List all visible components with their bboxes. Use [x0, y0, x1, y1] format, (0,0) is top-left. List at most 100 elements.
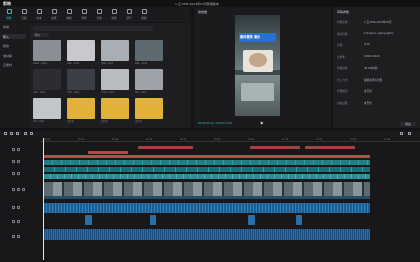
ruler-tick: 01:20: [316, 138, 323, 141]
filter-clip[interactable]: [44, 155, 370, 158]
detail-value: 保留在原有位置: [364, 78, 383, 82]
media-name: c89...mp4: [101, 62, 114, 65]
caption-clips[interactable]: [44, 160, 370, 165]
track-header-music: [2, 233, 40, 241]
sfx-clip[interactable]: [85, 215, 92, 225]
player-timecode: 00:00:05:12 / 00:03:21:10: [198, 122, 233, 125]
toolbar-item-3[interactable]: 贴纸: [47, 9, 61, 20]
detail-label: 保存位置：: [337, 32, 350, 36]
track-header-text: [2, 146, 40, 154]
template-icon: [141, 9, 147, 14]
music-clip[interactable]: [44, 229, 370, 240]
toolbar-label: 调节: [126, 16, 132, 20]
undo-icon[interactable]: [10, 132, 13, 135]
nav-item[interactable]: 本地: [3, 25, 9, 29]
media-icon: [6, 9, 12, 14]
media-search-input[interactable]: [33, 26, 153, 31]
toolbar-item-7[interactable]: 滤镜: [107, 9, 121, 20]
text-icon: [36, 9, 42, 14]
toolbar-item-1[interactable]: 音频: [17, 9, 31, 20]
effect-clip[interactable]: [138, 146, 193, 149]
select-tool-icon[interactable]: [4, 132, 7, 135]
toolbar-label: 模板: [141, 16, 147, 20]
filter-icon: [111, 9, 117, 14]
left-nav: 本地导入我的素材库云素材: [0, 23, 28, 128]
play-icon[interactable]: [260, 121, 264, 125]
toolbar-item-6[interactable]: 字幕: [92, 9, 106, 20]
zoom-in-icon[interactable]: [408, 132, 411, 135]
ruler-tick: 00:00: [44, 138, 51, 141]
media-thumbnail[interactable]: f3c...mp4: [135, 69, 163, 94]
sticker-icon: [51, 9, 57, 14]
media-thumbnail[interactable]: Tm2...mp4: [101, 69, 129, 94]
media-thumbnail[interactable]: bdb1...mp4: [33, 40, 61, 65]
toolbar-item-2[interactable]: 文本: [32, 9, 46, 20]
media-thumbnail[interactable]: c89...mp4: [101, 40, 129, 65]
project-title: 1-云-PHN-2024年03月整理版本: [175, 1, 219, 6]
nav-item[interactable]: 云素材: [3, 63, 12, 67]
media-thumbnail[interactable]: b32...mp4: [33, 69, 61, 94]
split-icon[interactable]: [24, 132, 27, 135]
caption-clips[interactable]: [44, 174, 370, 179]
video-preview[interactable]: 素材替换 演示: [235, 15, 280, 116]
media-thumbnail[interactable]: d7b...mp4: [67, 69, 95, 94]
effect-clip[interactable]: [88, 151, 128, 154]
timeline-ruler[interactable]: [40, 138, 420, 142]
media-thumbnail[interactable]: cf0...mp4: [33, 98, 61, 123]
media-thumbnail[interactable]: 0a2...mp4: [67, 40, 95, 65]
toolbar-label: 文本: [36, 16, 42, 20]
detail-value: 1080×1920: [364, 54, 380, 58]
media-name: b32...mp4: [33, 91, 46, 94]
caption-clips[interactable]: [44, 167, 370, 172]
nav-item[interactable]: 我的: [3, 44, 9, 48]
media-thumbnail[interactable]: 文件夹: [101, 98, 129, 123]
media-thumbnail[interactable]: 文件夹: [67, 98, 95, 123]
toolbar-label: 媒体: [6, 16, 12, 20]
detail-label: 分辨率：: [337, 55, 348, 59]
sfx-clip[interactable]: [150, 215, 156, 225]
media-name: Tm2...mp4: [101, 91, 114, 94]
zoom-out-icon[interactable]: [400, 132, 403, 135]
media-name: 文件夹: [135, 120, 143, 123]
detail-label: 代理模式：: [337, 90, 350, 93]
main-video-clips[interactable]: [44, 182, 370, 196]
detail-label: 草稿名称：: [337, 21, 350, 24]
toolbar-item-8[interactable]: 调节: [122, 9, 136, 20]
detail-label: 导入方式：: [337, 78, 350, 82]
toolbar-item-9[interactable]: 模板: [137, 9, 151, 20]
timeline-toolbar: [0, 131, 420, 137]
media-name: f3c...mp4: [135, 91, 147, 94]
delete-icon[interactable]: [30, 132, 33, 135]
playhead[interactable]: [43, 138, 44, 260]
effects-icon: [66, 9, 72, 14]
import-button[interactable]: 导入: [33, 33, 49, 37]
effect-clip[interactable]: [305, 146, 355, 149]
media-name: 文件夹: [101, 120, 109, 123]
sfx-clip[interactable]: [296, 215, 302, 225]
video-audio-waveform: [44, 196, 370, 199]
sfx-clip[interactable]: [248, 215, 255, 225]
ruler-tick: 01:40: [384, 138, 391, 141]
nav-item[interactable]: 导入: [3, 35, 9, 39]
redo-icon[interactable]: [16, 132, 19, 135]
video-overlay-text: 素材替换 演示: [240, 35, 261, 39]
ruler-tick: 01:10: [282, 138, 289, 141]
adjust-icon: [126, 9, 132, 14]
voiceover-clip[interactable]: [44, 203, 370, 213]
toolbar-item-0[interactable]: 媒体: [2, 9, 16, 20]
toolbar-item-5[interactable]: 转场: [77, 9, 91, 20]
toolbar-item-4[interactable]: 特效: [62, 9, 76, 20]
track-header-audio-1: [2, 204, 40, 212]
track-header-main-video: [2, 186, 40, 194]
media-thumbnail[interactable]: ee1...mp4: [135, 40, 163, 65]
modify-button[interactable]: 修改: [400, 122, 416, 126]
media-name: d7b...mp4: [67, 91, 80, 94]
detail-value: C:/Users/.../JianyingPro: [364, 31, 394, 35]
media-thumbnail[interactable]: 文件夹: [135, 98, 163, 123]
media-name: ee1...mp4: [135, 62, 148, 65]
effect-clip[interactable]: [250, 146, 300, 149]
caption-icon: [96, 9, 102, 14]
toolbar-label: 特效: [66, 16, 72, 20]
nav-item[interactable]: 素材库: [3, 54, 12, 58]
ruler-tick: 01:30: [350, 138, 357, 141]
